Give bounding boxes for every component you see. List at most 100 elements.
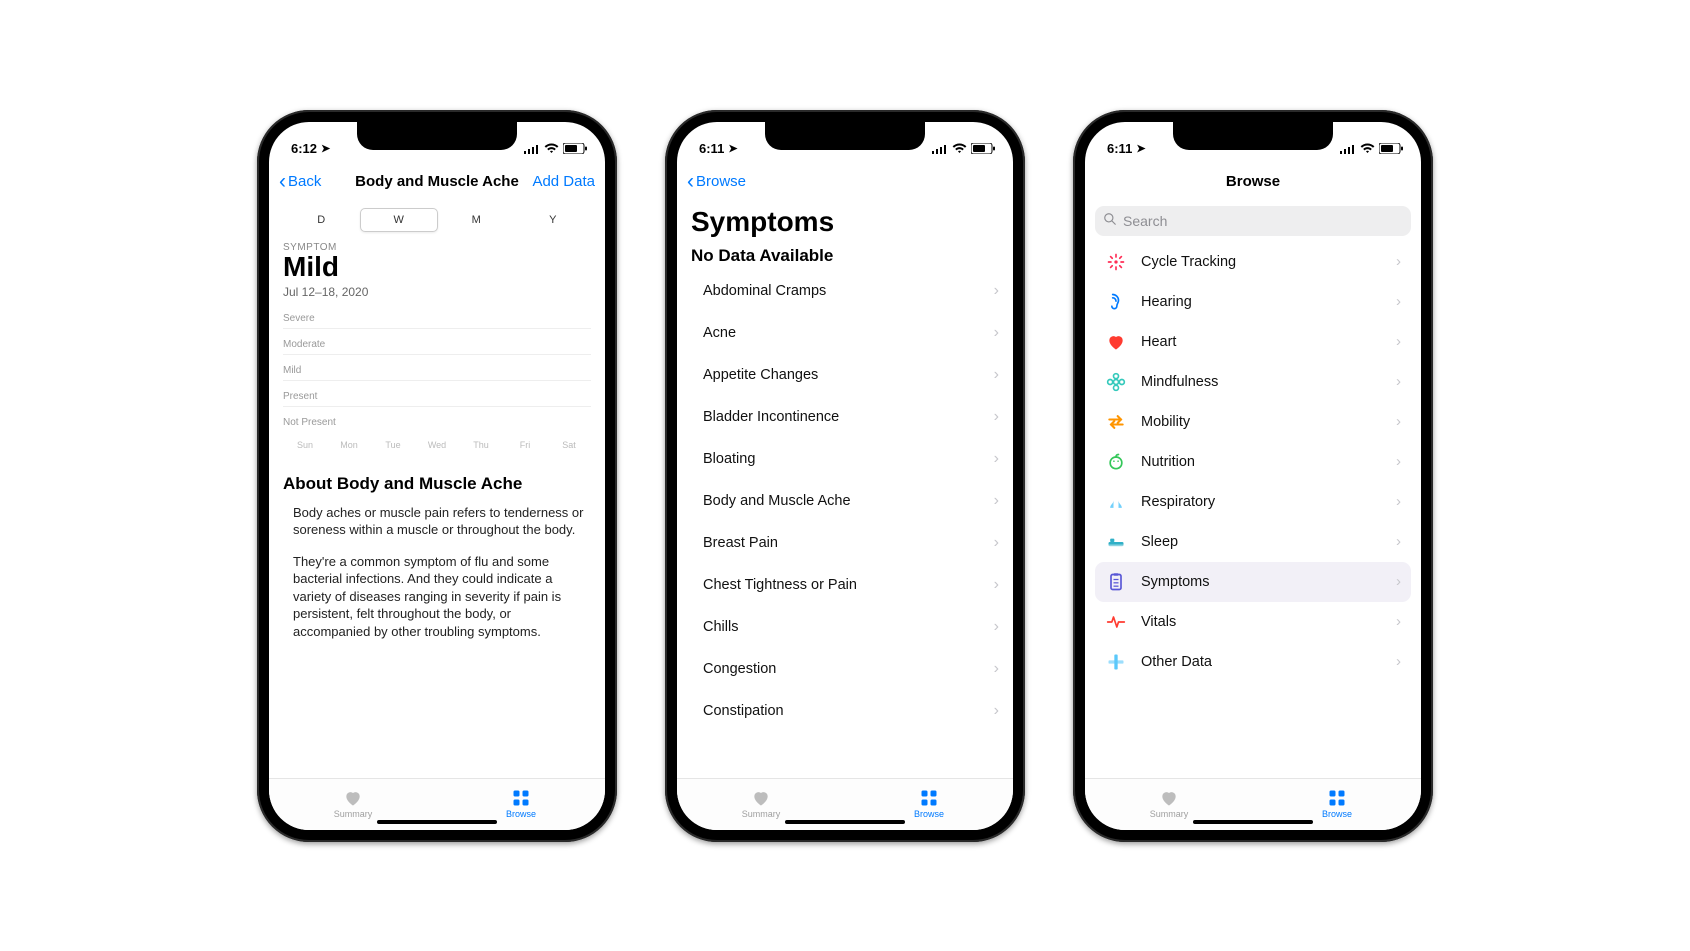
browse-item-sleep[interactable]: Sleep› [1095, 522, 1411, 562]
browse-item-label: Cycle Tracking [1141, 254, 1236, 270]
section-header: No Data Available [677, 246, 1013, 270]
browse-item-mobility[interactable]: Mobility› [1095, 402, 1411, 442]
list-item[interactable]: Abdominal Cramps› [677, 270, 1013, 312]
chevron-right-icon: › [994, 618, 999, 636]
list-item[interactable]: Constipation › [677, 690, 1013, 732]
list-item-label: Chest Tightness or Pain [703, 577, 857, 593]
browse-item-respiratory[interactable]: Respiratory › [1095, 482, 1411, 522]
list-item-label: Chills [703, 619, 738, 635]
ylabel-mild: Mild [283, 355, 591, 381]
vitals-icon [1105, 611, 1127, 633]
browse-item-cycle-tracking[interactable]: Cycle Tracking› [1095, 242, 1411, 282]
browse-item-label: Nutrition [1141, 454, 1195, 470]
tab-browse-label: Browse [914, 809, 944, 819]
symptoms-icon [1105, 571, 1127, 593]
time-range-segmented[interactable]: D W M Y [283, 208, 591, 232]
search-input[interactable]: Search [1095, 206, 1411, 236]
notch [357, 122, 517, 150]
battery-icon [563, 143, 587, 154]
chevron-right-icon: › [994, 492, 999, 510]
browse-list[interactable]: Cycle Tracking›Hearing›Heart›Mindfulness… [1085, 242, 1421, 778]
browse-item-vitals[interactable]: Vitals› [1095, 602, 1411, 642]
chevron-right-icon: › [994, 576, 999, 594]
chevron-right-icon: › [1396, 293, 1401, 310]
wifi-icon [952, 143, 967, 154]
ylabel-notpresent: Not Present [283, 407, 591, 432]
back-button[interactable]: ‹ Back [279, 171, 321, 192]
browse-item-label: Other Data [1141, 654, 1212, 670]
other-data-icon [1105, 651, 1127, 673]
chevron-right-icon: › [994, 366, 999, 384]
seg-w[interactable]: W [360, 208, 439, 232]
search-icon [1103, 212, 1117, 229]
add-data-button[interactable]: Add Data [532, 173, 595, 190]
browse-item-nutrition[interactable]: Nutrition› [1095, 442, 1411, 482]
browse-item-other-data[interactable]: Other Data › [1095, 642, 1411, 682]
heart-icon [750, 789, 772, 807]
back-button[interactable]: ‹ Browse [687, 171, 746, 192]
status-time: 6:11 [1107, 141, 1132, 156]
list-item-label: Constipation [703, 703, 784, 719]
chevron-right-icon: › [994, 324, 999, 342]
ylabel-moderate: Moderate [283, 329, 591, 355]
chevron-right-icon: › [1396, 653, 1401, 670]
chevron-right-icon: › [1396, 413, 1401, 430]
browse-item-label: Respiratory [1141, 494, 1215, 510]
list-item-label: Congestion [703, 661, 776, 677]
list-item[interactable]: Acne › [677, 312, 1013, 354]
browse-item-heart[interactable]: Heart› [1095, 322, 1411, 362]
home-indicator[interactable] [377, 820, 497, 824]
phone-2: 6:11 ➤ ‹ Browse Symptoms No Data Availab… [665, 110, 1025, 842]
list-item[interactable]: Chest Tightness or Pain › [677, 564, 1013, 606]
severity-value: Mild [283, 251, 591, 283]
seg-y[interactable]: Y [515, 208, 592, 232]
seg-d[interactable]: D [283, 208, 360, 232]
list-item[interactable]: Bloating› [677, 438, 1013, 480]
home-indicator[interactable] [1193, 820, 1313, 824]
list-item-label: Appetite Changes [703, 367, 818, 383]
back-label: Back [288, 173, 321, 190]
grid-icon [1326, 789, 1348, 807]
tab-summary-label: Summary [334, 809, 373, 819]
phone-1: 6:12 ➤ ‹ Back Body and Muscle Ache [257, 110, 617, 842]
chevron-right-icon: › [1396, 533, 1401, 550]
browse-item-hearing[interactable]: Hearing› [1095, 282, 1411, 322]
browse-item-label: Mindfulness [1141, 374, 1218, 390]
symptom-list[interactable]: Abdominal Cramps›Acne›Appetite Changes›B… [677, 270, 1013, 778]
list-item-label: Acne [703, 325, 736, 341]
browse-item-mindfulness[interactable]: Mindfulness› [1095, 362, 1411, 402]
nav-bar: ‹ Back Body and Muscle Ache Add Data [269, 162, 605, 202]
location-arrow-icon: ➤ [1136, 142, 1145, 155]
notch [1173, 122, 1333, 150]
browse-item-symptoms[interactable]: Symptoms› [1095, 562, 1411, 602]
chevron-right-icon: › [994, 282, 999, 300]
add-data-label: Add Data [532, 173, 595, 190]
chevron-right-icon: › [994, 702, 999, 720]
home-indicator[interactable] [785, 820, 905, 824]
sleep-icon [1105, 531, 1127, 553]
respiratory-icon [1105, 491, 1127, 513]
seg-m[interactable]: M [438, 208, 515, 232]
wifi-icon [1360, 143, 1375, 154]
chevron-right-icon: › [1396, 573, 1401, 590]
grid-icon [510, 789, 532, 807]
tab-browse-label: Browse [1322, 809, 1352, 819]
about-paragraph-2: They're a common symptom of flu and some… [283, 553, 591, 641]
tab-summary-label: Summary [742, 809, 781, 819]
browse-item-label: Heart [1141, 334, 1176, 350]
about-paragraph-1: Body aches or muscle pain refers to tend… [283, 504, 591, 539]
list-item[interactable]: Chills › [677, 606, 1013, 648]
phone-3: 6:11 ➤ Browse Search Cycle Tracking›Hear… [1073, 110, 1433, 842]
list-item[interactable]: Breast Pain› [677, 522, 1013, 564]
list-item[interactable]: Congestion› [677, 648, 1013, 690]
list-item[interactable]: Body and Muscle Ache› [677, 480, 1013, 522]
search-placeholder: Search [1123, 213, 1167, 229]
list-item[interactable]: Appetite Changes › [677, 354, 1013, 396]
severity-chart: Severe Moderate Mild Present Not Present… [283, 303, 591, 450]
x-axis: Sun Mon Tue Wed Thu Fri Sat [283, 440, 591, 450]
chevron-left-icon: ‹ [279, 171, 286, 192]
location-arrow-icon: ➤ [321, 142, 330, 155]
grid-icon [918, 789, 940, 807]
chevron-right-icon: › [1396, 493, 1401, 510]
list-item[interactable]: Bladder Incontinence› [677, 396, 1013, 438]
